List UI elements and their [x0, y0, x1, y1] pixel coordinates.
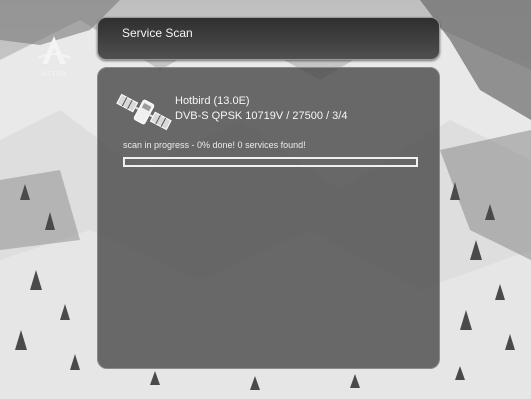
astra-logo: ASTRA — [32, 34, 76, 88]
title-bar: Service Scan — [97, 17, 440, 60]
astra-triangle-icon — [37, 36, 71, 64]
scan-panel: Hotbird (13.0E) DVB-S QPSK 10719V / 2750… — [97, 67, 440, 369]
page-title: Service Scan — [122, 26, 193, 40]
satellite-name: Hotbird (13.0E) — [175, 95, 250, 107]
transponder-info: DVB-S QPSK 10719V / 27500 / 3/4 — [175, 110, 348, 122]
scan-progress-bar — [123, 157, 418, 167]
satellite-icon — [116, 93, 172, 131]
scan-status-text: scan in progress - 0% done! 0 services f… — [123, 140, 306, 150]
astra-logo-text: ASTRA — [41, 70, 67, 78]
